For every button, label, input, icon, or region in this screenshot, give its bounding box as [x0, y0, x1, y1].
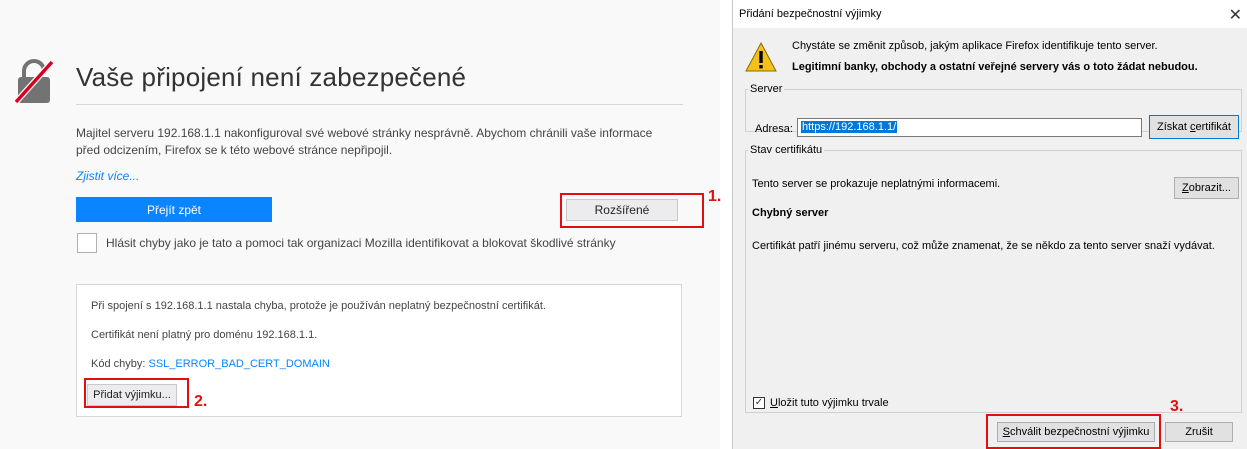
- dialog-titlebar: Přidání bezpečnostní výjimky ✕: [733, 0, 1247, 28]
- permanent-exception-label: Uložit tuto výjimku trvale: [770, 397, 889, 409]
- annotation-step-1: 1.: [708, 188, 722, 205]
- advanced-details-panel: Při spojení s 192.168.1.1 nastala chyba,…: [76, 284, 682, 417]
- server-group: Server Adresa: https://192.168.1.1/ Získ…: [745, 83, 1242, 139]
- address-input[interactable]: https://192.168.1.1/: [797, 118, 1142, 137]
- error-description: Majitel serveru 192.168.1.1 nakonfigurov…: [76, 126, 653, 157]
- dialog-title: Přidání bezpečnostní výjimky: [739, 8, 882, 20]
- permanent-exception-checkbox[interactable]: ✓: [753, 397, 765, 409]
- go-back-button[interactable]: Přejít zpět: [76, 197, 272, 222]
- view-certificate-button[interactable]: Zobrazit...: [1174, 177, 1239, 199]
- certificate-status-group: Stav certifikátu Tento server se prokazu…: [745, 144, 1242, 413]
- certificate-status-legend: Stav certifikátu: [750, 144, 823, 156]
- annotation-step-2: 2.: [194, 393, 208, 410]
- advanced-button[interactable]: Rozšířené: [566, 199, 678, 221]
- add-exception-button[interactable]: Přidat výjimku...: [87, 384, 177, 406]
- bad-server-title: Chybný server: [752, 207, 829, 219]
- broken-lock-icon: [14, 59, 54, 104]
- warning-bold-text: Legitimní banky, obchody a ostatní veřej…: [792, 61, 1198, 73]
- title-divider: [76, 104, 683, 105]
- get-certificate-button[interactable]: Získat certifikát: [1149, 115, 1239, 139]
- annotation-step-3: 3.: [1170, 398, 1184, 415]
- detail-cert-invalid: Certifikát není platný pro doménu 192.16…: [91, 329, 318, 341]
- confirm-security-exception-button[interactable]: Schválit bezpečnostní výjimku: [997, 422, 1155, 442]
- close-icon[interactable]: ✕: [1229, 5, 1242, 25]
- detail-error-code: Kód chyby: SSL_ERROR_BAD_CERT_DOMAIN: [91, 358, 330, 370]
- add-security-exception-dialog: Přidání bezpečnostní výjimky ✕ Chystáte …: [732, 0, 1247, 449]
- error-code-link[interactable]: SSL_ERROR_BAD_CERT_DOMAIN: [148, 358, 329, 370]
- learn-more-link[interactable]: Zjistit více...: [76, 169, 139, 183]
- certificate-status-text: Tento server se prokazuje neplatnými inf…: [752, 178, 1001, 190]
- detail-connection-error: Při spojení s 192.168.1.1 nastala chyba,…: [91, 300, 546, 312]
- warning-text: Chystáte se změnit způsob, jakým aplikac…: [792, 40, 1158, 52]
- cancel-button[interactable]: Zrušit: [1165, 422, 1233, 442]
- address-value: https://192.168.1.1/: [801, 121, 898, 133]
- page-title: Vaše připojení není zabezpečené: [76, 62, 467, 92]
- address-label: Adresa:: [755, 123, 793, 135]
- server-legend: Server: [750, 83, 783, 95]
- error-code-prefix: Kód chyby:: [91, 358, 149, 370]
- warning-triangle-icon: [745, 41, 777, 72]
- bad-server-description: Certifikát patří jinému serveru, což můž…: [752, 240, 1215, 252]
- report-errors-checkbox[interactable]: [77, 233, 97, 253]
- report-errors-label: Hlásit chyby jako je tato a pomoci tak o…: [106, 236, 616, 250]
- error-page: Vaše připojení není zabezpečené Majitel …: [0, 0, 720, 449]
